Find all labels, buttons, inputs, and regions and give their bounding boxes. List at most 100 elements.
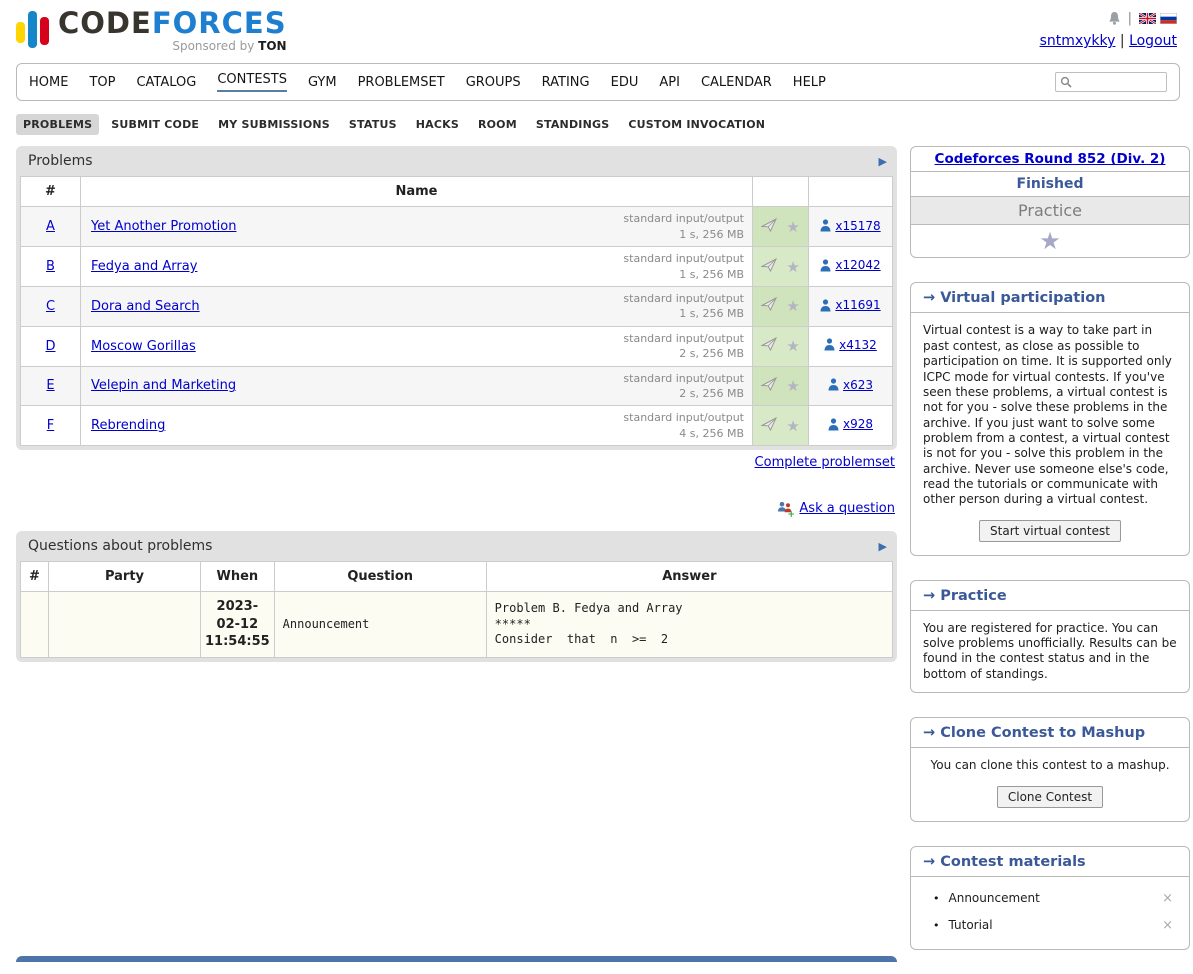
list-item: • Announcement × [923,885,1177,912]
problem-name-link[interactable]: Velepin and Marketing [91,378,236,393]
problems-section: Problems ▶ # Name A Yet Anoth [16,146,897,450]
problem-letter-link[interactable]: C [46,299,55,314]
problem-limits: standard input/output2 s, 256 MB [623,371,744,402]
search-input[interactable] [1075,74,1161,90]
page-header: CODEFORCES Sponsored by TON | sntmxykky … [0,0,1193,57]
problems-section-title: Problems [28,153,93,169]
menu-item-contests[interactable]: CONTESTS [217,72,287,92]
clone-contest-button[interactable]: Clone Contest [997,786,1103,808]
material-tutorial-link[interactable]: Tutorial [949,918,1161,932]
submit-dart-icon[interactable] [761,258,777,276]
contest-materials-box: → Contest materials • Announcement × • T… [910,846,1190,950]
column-header-party: Party [49,562,201,592]
participation-mode-label: Practice [911,197,1189,225]
tab-room[interactable]: ROOM [471,114,524,135]
collapse-arrow-icon[interactable]: ▶ [879,540,887,553]
menu-item-help[interactable]: HELP [793,75,826,90]
close-icon[interactable]: × [1160,918,1175,933]
column-header-name: Name [81,177,753,207]
close-icon[interactable]: × [1160,891,1175,906]
bell-icon[interactable] [1108,11,1121,26]
menu-item-calendar[interactable]: CALENDAR [701,75,772,90]
logout-link[interactable]: Logout [1129,33,1177,49]
menu-item-gym[interactable]: GYM [308,75,337,90]
contest-info-box: Codeforces Round 852 (Div. 2) Finished P… [910,146,1190,258]
menu-item-home[interactable]: HOME [29,75,68,90]
menu-item-top[interactable]: TOP [89,75,115,90]
solved-count-link[interactable]: x11691 [835,298,880,312]
favorite-star-icon[interactable]: ★ [786,297,799,315]
russian-flag-icon[interactable] [1160,13,1177,24]
tab-standings[interactable]: STANDINGS [529,114,616,135]
problem-letter-link[interactable]: E [46,378,54,393]
favorite-star-icon[interactable]: ★ [786,417,799,435]
english-flag-icon[interactable] [1139,13,1156,24]
problem-letter-link[interactable]: B [46,259,55,274]
tab-my-submissions[interactable]: MY SUBMISSIONS [211,114,337,135]
solved-person-icon [828,418,839,431]
sponsored-by-label: Sponsored by TON [58,39,287,53]
complete-problemset-link[interactable]: Complete problemset [755,455,895,470]
menu-item-edu[interactable]: EDU [611,75,639,90]
problem-name-link[interactable]: Dora and Search [91,299,200,314]
contest-status-label: Finished [1017,176,1084,192]
collapse-arrow-icon[interactable]: ▶ [879,155,887,168]
solved-count-link[interactable]: x4132 [839,338,877,352]
contest-title-link[interactable]: Codeforces Round 852 (Div. 2) [935,151,1166,167]
solved-count-link[interactable]: x12042 [835,258,880,272]
problem-name-link[interactable]: Fedya and Array [91,259,197,274]
menu-item-rating[interactable]: RATING [542,75,590,90]
tab-hacks[interactable]: HACKS [409,114,466,135]
submit-dart-icon[interactable] [761,218,777,236]
solved-count-link[interactable]: x928 [843,417,873,431]
material-announcement-link[interactable]: Announcement [949,891,1161,905]
tab-status[interactable]: STATUS [342,114,404,135]
clone-contest-title: → Clone Contest to Mashup [911,718,1189,748]
submit-dart-icon[interactable] [761,297,777,315]
problem-letter-link[interactable]: D [45,339,55,354]
username-link[interactable]: sntmxykky [1040,33,1116,49]
favorite-star-icon[interactable]: ★ [786,258,799,276]
favorite-star-icon[interactable]: ★ [786,218,799,236]
table-row: C Dora and Search standard input/output1… [21,287,893,327]
menu-item-catalog[interactable]: CATALOG [136,75,196,90]
ask-question-link[interactable]: Ask a question [799,501,895,516]
contest-subnav: PROBLEMS SUBMIT CODE MY SUBMISSIONS STAT… [16,114,1177,135]
favorite-star-icon[interactable]: ★ [786,377,799,395]
submit-dart-icon[interactable] [761,417,777,435]
logo-wordmark: CODEFORCES [58,8,287,38]
search-box[interactable] [1055,72,1167,92]
favorite-star-icon[interactable]: ★ [786,337,799,355]
tab-custom-invocation[interactable]: CUSTOM INVOCATION [621,114,772,135]
menu-item-groups[interactable]: GROUPS [466,75,521,90]
favorite-contest-star-icon[interactable]: ★ [1039,229,1061,253]
solved-count-link[interactable]: x623 [843,378,873,392]
menu-item-api[interactable]: API [659,75,680,90]
problem-limits: standard input/output2 s, 256 MB [623,331,744,362]
table-row: F Rebrending standard input/output4 s, 2… [21,406,893,446]
virtual-participation-box: → Virtual participation Virtual contest … [910,282,1190,555]
problem-name-link[interactable]: Rebrending [91,418,165,433]
problem-limits: standard input/output1 s, 256 MB [623,251,744,282]
column-header-solved [809,177,893,207]
problem-letter-link[interactable]: A [46,219,55,234]
svg-text:+: + [788,510,795,517]
start-virtual-contest-button[interactable]: Start virtual contest [979,520,1121,542]
problem-name-link[interactable]: Moscow Gorillas [91,339,196,354]
question-party [49,592,201,658]
solved-count-link[interactable]: x15178 [835,219,880,233]
questions-table: # Party When Question Answer 2023-02-12 … [20,561,893,658]
codeforces-logo[interactable]: CODEFORCES Sponsored by TON [16,8,287,53]
submit-dart-icon[interactable] [761,337,777,355]
solved-person-icon [820,259,831,272]
clone-contest-text: You can clone this contest to a mashup. [911,748,1189,783]
virtual-participation-title: → Virtual participation [911,283,1189,313]
tab-problems[interactable]: PROBLEMS [16,114,99,135]
problem-letter-link[interactable]: F [47,418,54,433]
submit-dart-icon[interactable] [761,377,777,395]
problem-name-link[interactable]: Yet Another Promotion [91,219,236,234]
tab-submit-code[interactable]: SUBMIT CODE [104,114,206,135]
column-header-question: Question [274,562,486,592]
menu-item-problemset[interactable]: PROBLEMSET [358,75,445,90]
solved-person-icon [820,219,831,232]
